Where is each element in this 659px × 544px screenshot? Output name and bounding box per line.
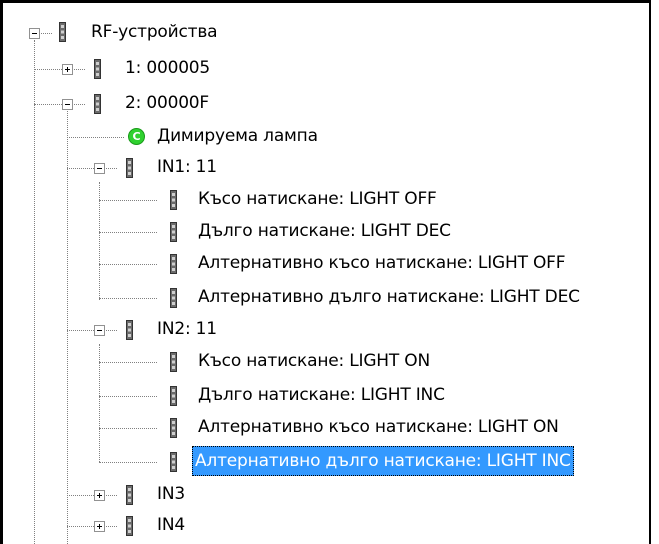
- tree-connector: [106, 495, 117, 496]
- device-icon: [126, 485, 133, 505]
- dimmable-lamp-icon: C: [128, 128, 145, 145]
- tree-node-device-2[interactable]: 2: 00000F: [0, 88, 659, 122]
- tree-node-in2[interactable]: IN2: 11: [0, 314, 659, 348]
- tree-node-label[interactable]: Алтернативно късо натискане: LIGHT ON: [196, 412, 561, 442]
- tree-node-label-selected[interactable]: Алтернативно дълго натискане: LIGHT INC: [192, 446, 574, 476]
- tree-connector: [34, 104, 62, 105]
- tree-connector: [99, 232, 157, 233]
- device-icon: [170, 288, 177, 308]
- tree-node-label[interactable]: Дълго натискане: LIGHT INC: [196, 380, 447, 410]
- device-icon: [126, 516, 133, 536]
- tree-connector: [99, 462, 157, 463]
- tree-node-label[interactable]: RF-устройства: [89, 17, 219, 47]
- tree-node-label[interactable]: Дълго натискане: LIGHT DEC: [196, 216, 453, 246]
- device-icon: [170, 254, 177, 274]
- device-icon: [170, 190, 177, 210]
- device-icon: [59, 22, 66, 42]
- tree-node-label[interactable]: IN2: 11: [155, 314, 219, 344]
- tree-node-device-1[interactable]: 1: 000005: [0, 53, 659, 87]
- tree-connector: [99, 396, 157, 397]
- tree-node-dimmable-lamp[interactable]: C Димируема лампа: [0, 121, 659, 155]
- tree-node-rf-devices[interactable]: RF-устройства: [0, 18, 659, 52]
- device-icon: [170, 452, 177, 472]
- device-icon: [94, 94, 101, 114]
- tree-connector: [99, 362, 157, 363]
- tree-node-label[interactable]: Алтернативно късо натискане: LIGHT OFF: [196, 248, 567, 278]
- device-icon: [126, 158, 133, 178]
- minus-icon[interactable]: [94, 325, 105, 336]
- tree-node-in2-item-selected[interactable]: Алтернативно дълго натискане: LIGHT INC: [0, 446, 659, 480]
- tree-connector: [99, 298, 157, 299]
- device-icon: [170, 386, 177, 406]
- plus-icon[interactable]: [62, 64, 73, 75]
- device-tree[interactable]: RF-устройства 1: 000005 2: 00000F C Дими…: [0, 0, 659, 544]
- tree-node-in2-item[interactable]: Късо натискане: LIGHT ON: [0, 346, 659, 380]
- minus-icon[interactable]: [62, 99, 73, 110]
- tree-connector: [67, 526, 94, 527]
- tree-connector: [74, 69, 85, 70]
- tree-node-in1-item[interactable]: Алтернативно късо натискане: LIGHT OFF: [0, 248, 659, 282]
- device-icon: [170, 418, 177, 438]
- minus-icon[interactable]: [94, 163, 105, 174]
- tree-node-label[interactable]: 2: 00000F: [123, 88, 211, 118]
- device-icon: [94, 59, 101, 79]
- minus-icon[interactable]: [29, 28, 40, 39]
- tree-node-in1-item[interactable]: Дълго натискане: LIGHT DEC: [0, 216, 659, 250]
- tree-node-label[interactable]: IN1: 11: [155, 152, 219, 182]
- tree-connector: [99, 428, 157, 429]
- tree-connector: [74, 104, 85, 105]
- tree-node-in4[interactable]: IN4: [0, 510, 659, 544]
- tree-connector: [67, 495, 94, 496]
- tree-node-label[interactable]: 1: 000005: [123, 53, 212, 83]
- tree-connector: [67, 137, 124, 138]
- tree-connector: [99, 200, 157, 201]
- tree-node-label[interactable]: Късо натискане: LIGHT ON: [196, 346, 432, 376]
- tree-connector: [67, 168, 94, 169]
- tree-node-label[interactable]: Късо натискане: LIGHT OFF: [196, 184, 439, 214]
- tree-node-in1-item[interactable]: Късо натискане: LIGHT OFF: [0, 184, 659, 218]
- tree-connector: [34, 69, 62, 70]
- device-icon: [170, 222, 177, 242]
- tree-node-in2-item[interactable]: Алтернативно късо натискане: LIGHT ON: [0, 412, 659, 446]
- plus-icon[interactable]: [94, 490, 105, 501]
- tree-node-label[interactable]: IN4: [155, 510, 187, 540]
- tree-node-in3[interactable]: IN3: [0, 479, 659, 513]
- tree-connector: [41, 33, 52, 34]
- tree-connector: [99, 264, 157, 265]
- tree-node-in1[interactable]: IN1: 11: [0, 152, 659, 186]
- device-icon: [126, 320, 133, 340]
- tree-node-label[interactable]: Димируема лампа: [155, 121, 320, 151]
- tree-node-in1-item[interactable]: Алтернативно дълго натискане: LIGHT DEC: [0, 282, 659, 316]
- tree-node-label[interactable]: Алтернативно дълго натискане: LIGHT DEC: [196, 282, 582, 312]
- plus-icon[interactable]: [94, 521, 105, 532]
- tree-node-in2-item[interactable]: Дълго натискане: LIGHT INC: [0, 380, 659, 414]
- tree-node-label[interactable]: IN3: [155, 479, 187, 509]
- tree-connector: [106, 330, 117, 331]
- tree-connector: [67, 330, 94, 331]
- device-icon: [170, 352, 177, 372]
- tree-connector: [106, 526, 117, 527]
- tree-connector: [106, 168, 117, 169]
